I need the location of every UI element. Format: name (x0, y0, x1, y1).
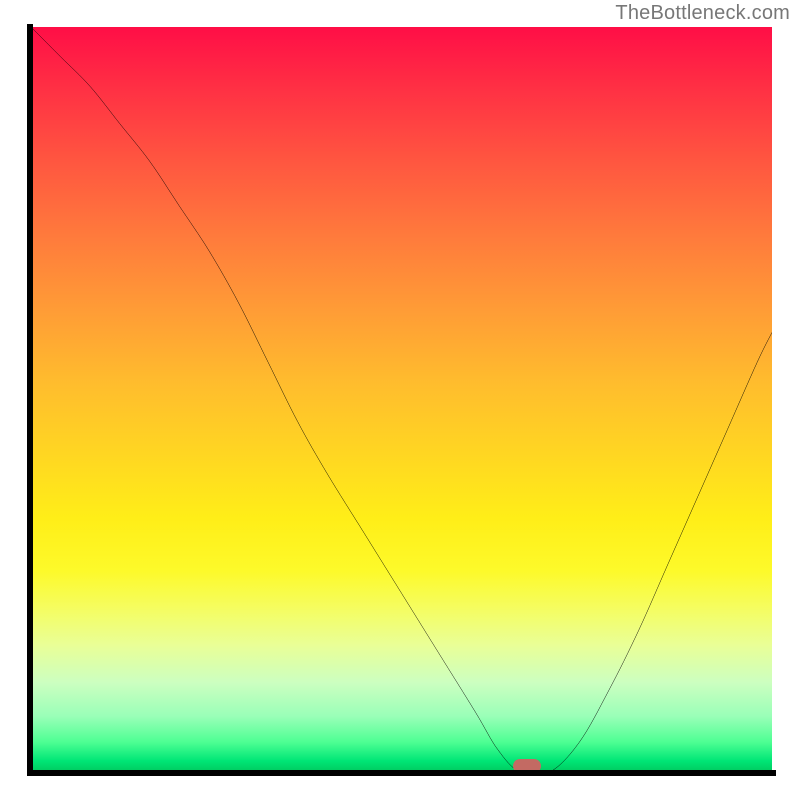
bottleneck-curve (31, 27, 772, 772)
plot-area (31, 27, 772, 772)
bottleneck-chart: TheBottleneck.com (0, 0, 800, 800)
optimal-marker (513, 759, 541, 772)
watermark-text: TheBottleneck.com (615, 2, 790, 25)
